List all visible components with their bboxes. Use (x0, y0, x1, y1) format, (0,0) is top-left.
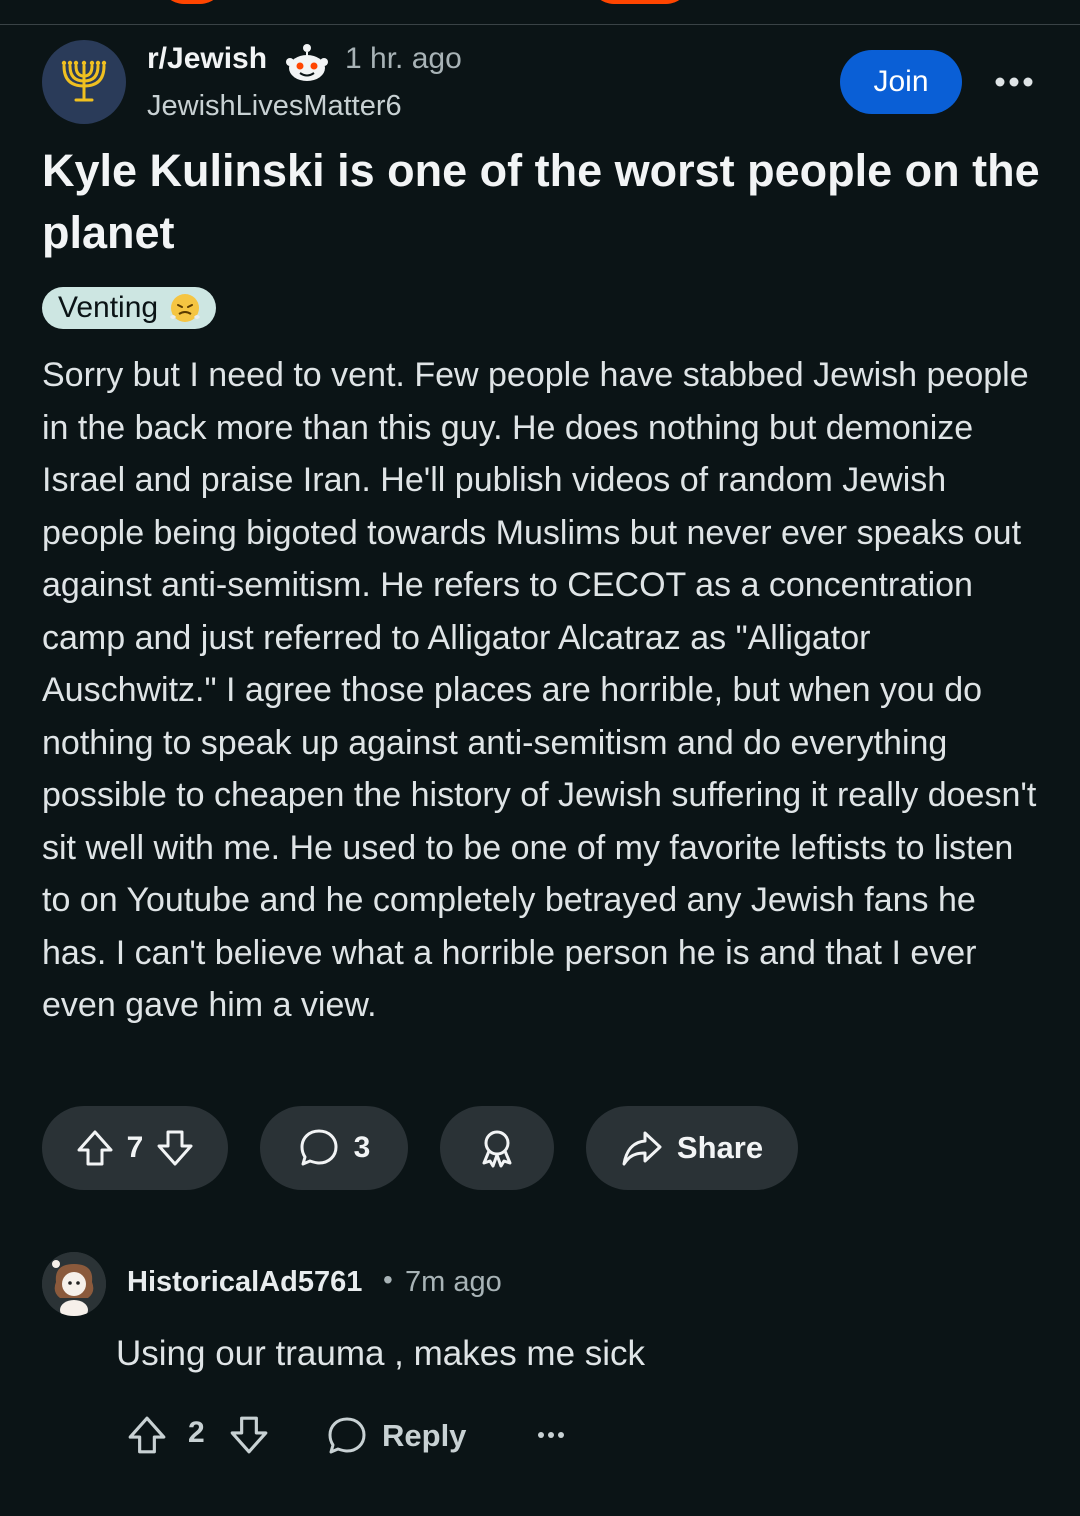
upvote-icon[interactable] (75, 1128, 115, 1168)
share-label: Share (676, 1130, 764, 1165)
comment-count: 3 (353, 1131, 371, 1164)
subreddit-name[interactable]: r/Jewish (147, 42, 267, 76)
reply-button[interactable]: Reply (326, 1410, 466, 1462)
award-button[interactable] (440, 1106, 554, 1190)
comment-vote-count: 2 (188, 1416, 205, 1449)
comment-separator: • (383, 1264, 393, 1295)
comment-username[interactable]: HistoricalAd5761 (127, 1266, 362, 1299)
comments-button[interactable]: 3 (260, 1106, 408, 1190)
downvote-icon[interactable] (155, 1128, 195, 1168)
steam-face-icon (170, 294, 201, 322)
share-icon (622, 1131, 662, 1166)
comment-actions: 2 Reply (116, 1410, 576, 1462)
post-flair[interactable]: Venting (42, 287, 217, 329)
downvote-icon[interactable] (228, 1414, 270, 1456)
comment-time: 7m ago (405, 1266, 502, 1298)
user-avatar-icon (42, 1252, 106, 1316)
post-body: Sorry but I need to vent. Few people hav… (42, 356, 1037, 1024)
comment-avatar[interactable] (42, 1252, 106, 1316)
vote-pill: 7 (42, 1106, 228, 1190)
top-tab-indicator-2 (590, 0, 690, 4)
menorah-icon (61, 60, 107, 102)
flair-label: Venting (58, 291, 159, 324)
subreddit-avatar[interactable] (42, 40, 126, 124)
more-icon[interactable] (536, 1420, 566, 1450)
comment-icon (328, 1417, 366, 1454)
more-icon[interactable] (992, 62, 1036, 102)
post-title[interactable]: Kyle Kulinski is one of the worst people… (42, 140, 1042, 264)
reply-label: Reply (382, 1418, 467, 1453)
join-button[interactable]: Join (840, 50, 962, 114)
post-time: 1 hr. ago (345, 42, 462, 75)
award-icon (482, 1130, 512, 1168)
post-author[interactable]: JewishLivesMatter6 (147, 90, 402, 123)
vote-count: 7 (126, 1131, 144, 1164)
comment-text: Using our trauma , makes me sick (116, 1334, 646, 1373)
top-tab-indicator (160, 0, 224, 4)
share-button[interactable]: Share (586, 1106, 798, 1190)
snoo-icon (286, 44, 328, 81)
comment-icon (300, 1129, 338, 1166)
upvote-icon[interactable] (126, 1414, 168, 1456)
top-bar (0, 0, 1080, 25)
